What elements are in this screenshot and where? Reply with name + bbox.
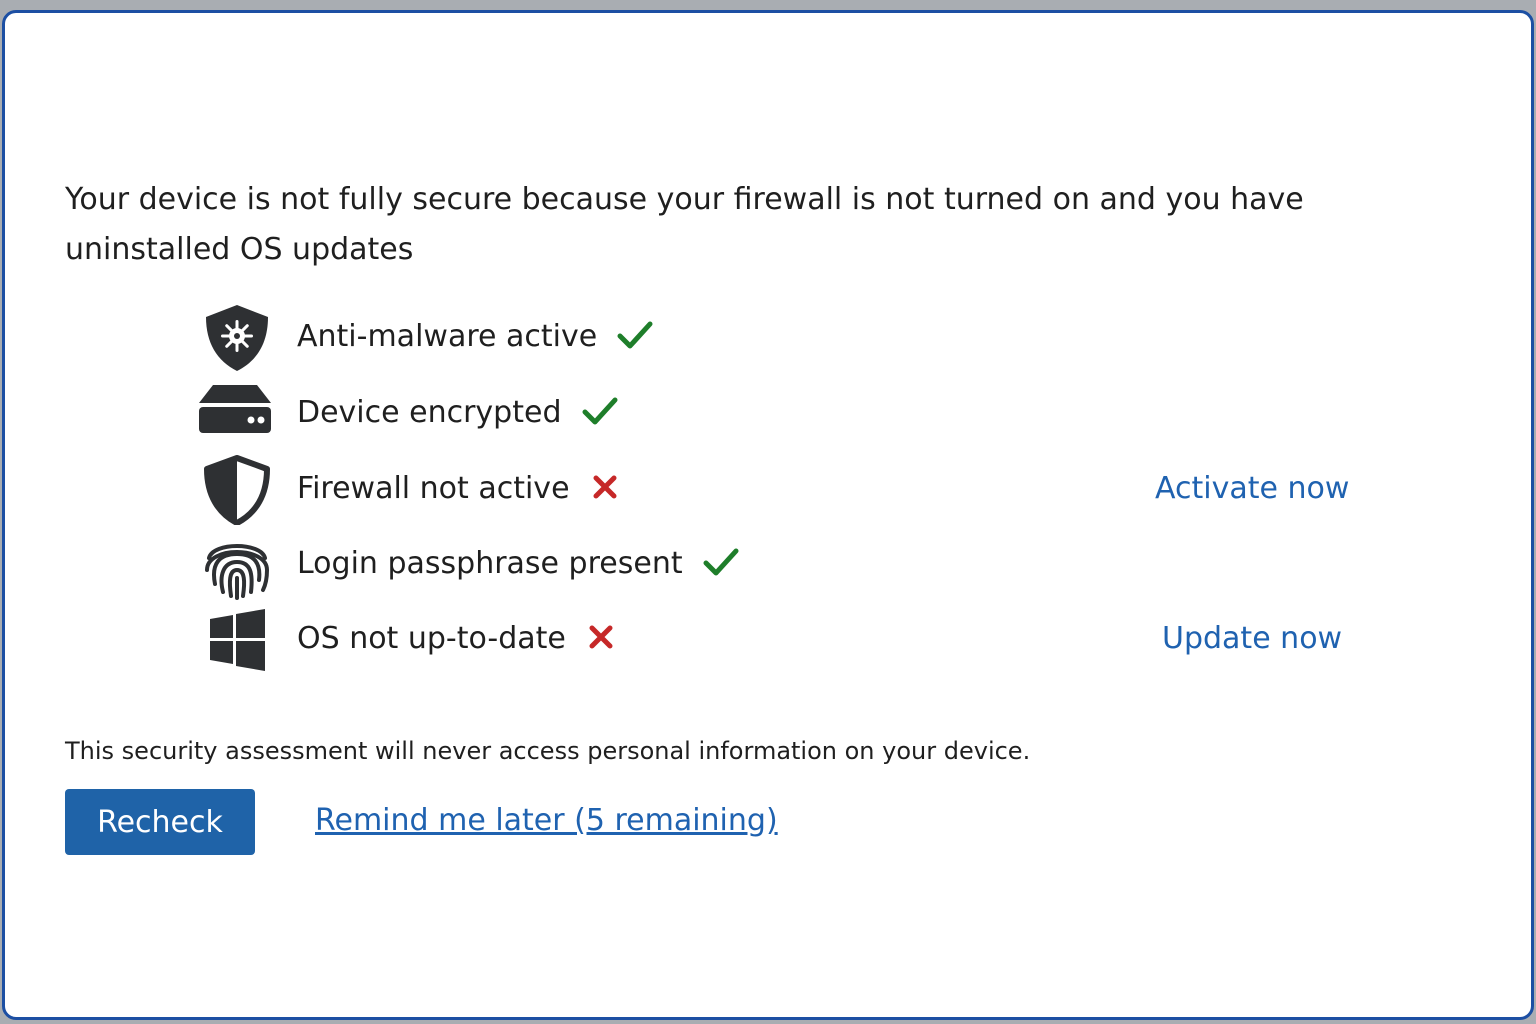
- check-label: Device encrypted: [297, 393, 618, 433]
- shield-icon: [195, 455, 275, 525]
- cross-mark-icon: [590, 472, 620, 502]
- check-mark-icon: [582, 396, 618, 426]
- check-row-encryption: Device encrypted: [195, 379, 1395, 449]
- drive-icon: [195, 379, 275, 449]
- check-label: Login passphrase present: [297, 544, 739, 584]
- check-label: OS not up-to-date: [297, 619, 616, 659]
- fingerprint-icon: [195, 530, 275, 600]
- shield-malware-icon: [195, 303, 275, 373]
- check-mark-icon: [703, 547, 739, 577]
- check-row-firewall: Firewall not active Activate now: [195, 455, 1395, 525]
- recheck-button[interactable]: Recheck: [65, 789, 255, 855]
- remind-later-link[interactable]: Remind me later (5 remaining): [315, 801, 778, 841]
- activate-firewall-link[interactable]: Activate now: [1155, 469, 1349, 509]
- security-dialog: Your device is not fully secure because …: [2, 10, 1534, 1020]
- update-os-link[interactable]: Update now: [1162, 619, 1342, 659]
- security-message: Your device is not fully secure because …: [65, 182, 1304, 267]
- check-mark-icon: [617, 320, 653, 350]
- cross-mark-icon: [586, 622, 616, 652]
- check-label: Firewall not active: [297, 469, 620, 509]
- privacy-note: This security assessment will never acce…: [65, 737, 1031, 765]
- check-row-passphrase: Login passphrase present: [195, 530, 1395, 600]
- windows-icon: [195, 605, 275, 675]
- check-row-anti-malware: Anti-malware active: [195, 303, 1395, 373]
- check-label: Anti-malware active: [297, 317, 653, 357]
- check-row-os-updates: OS not up-to-date Update now: [195, 605, 1395, 675]
